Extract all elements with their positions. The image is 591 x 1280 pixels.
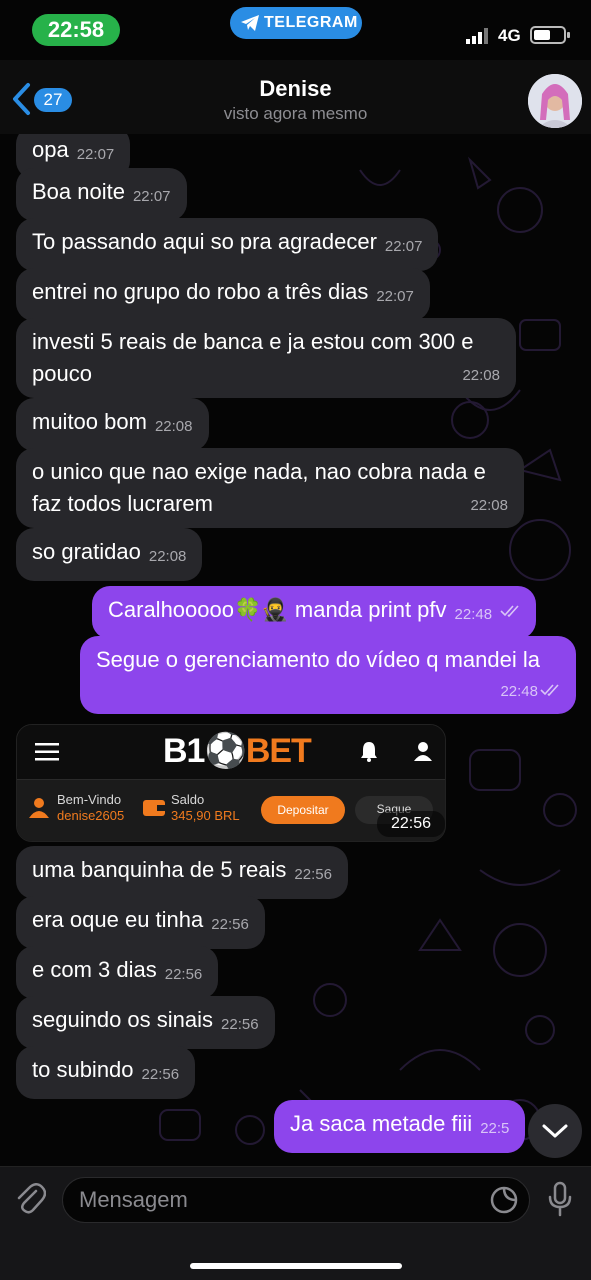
- network-type: 4G: [498, 26, 521, 45]
- message-bubble-incoming[interactable]: to subindo 22:56: [16, 1046, 196, 1099]
- message-text: e com 3 dias: [32, 957, 157, 982]
- message-time: 22:48: [454, 606, 493, 623]
- balance-label: Saldo: [171, 792, 205, 807]
- message-text: o unico que nao exige nada, nao cobra na…: [32, 459, 486, 516]
- message-text: investi 5 reais de banca e ja estou com …: [32, 329, 474, 386]
- message-time: 22:08: [148, 548, 187, 565]
- message-input[interactable]: [62, 1177, 530, 1223]
- message-bubble-incoming[interactable]: Boa noite 22:07: [16, 168, 187, 221]
- message-time: 22:08: [154, 418, 193, 435]
- message-bubble-incoming[interactable]: seguindo os sinais 22:56: [16, 996, 275, 1049]
- message-time: 22:07: [132, 188, 171, 205]
- home-indicator: [190, 1263, 402, 1269]
- message-text: Boa noite: [32, 179, 125, 204]
- menu-icon: [35, 743, 59, 761]
- message-text: muitoo bom: [32, 409, 147, 434]
- welcome-label: Bem-Vindo: [57, 792, 122, 807]
- user-icon: [414, 742, 432, 761]
- message-bubble-outgoing[interactable]: Caralhooooo🍀🥷 manda print pfv 22:48: [92, 586, 537, 639]
- message-bubble-incoming[interactable]: investi 5 reais de banca e ja estou com …: [16, 318, 516, 398]
- message-text: Caralhooooo🍀🥷 manda print pfv: [108, 597, 447, 622]
- message-input-bar: [0, 1166, 591, 1280]
- battery-icon: [530, 26, 570, 44]
- b1bet-header: B1⚽BET: [17, 725, 445, 779]
- message-time: 22:07: [76, 146, 115, 163]
- message-text: To passando aqui so pra agradecer: [32, 229, 377, 254]
- message-list[interactable]: opa 22:07 Boa noite 22:07 To passando aqui…: [0, 134, 591, 1164]
- contact-status: visto agora mesmo: [223, 104, 368, 123]
- message-time: 22:07: [384, 238, 423, 255]
- message-time-status: 22:48: [500, 676, 560, 708]
- message-time: 22:07: [376, 288, 414, 305]
- image-message[interactable]: B1⚽BET Bem-Vindo denise2605 Saldo 345,90…: [16, 724, 446, 842]
- chat-header: 27 Denise visto agora mesmo: [0, 60, 591, 134]
- message-text: opa: [32, 137, 69, 162]
- signal-icon: [466, 28, 488, 44]
- status-bar: 22:58 TELEGRAM 4G: [0, 0, 591, 60]
- microphone-icon[interactable]: [548, 1181, 572, 1217]
- scroll-to-bottom-button[interactable]: [528, 1104, 582, 1158]
- telegram-plane-icon: [241, 15, 259, 31]
- balance-value: 345,90 BRL: [171, 808, 240, 823]
- paperclip-icon[interactable]: [14, 1181, 46, 1217]
- deposit-button: Depositar: [261, 796, 345, 824]
- message-text: so gratidao: [32, 539, 141, 564]
- message-time: 22:56: [221, 1016, 259, 1033]
- message-time: 22:48: [500, 683, 538, 700]
- user-icon: [29, 798, 49, 818]
- image-time: 22:56: [377, 811, 445, 837]
- message-time: 22:56: [211, 916, 249, 933]
- message-bubble-incoming[interactable]: era oque eu tinha 22:56: [16, 896, 265, 949]
- message-text: uma banquinha de 5 reais: [32, 857, 287, 882]
- message-bubble-incoming[interactable]: muitoo bom 22:08: [16, 398, 209, 451]
- message-bubble-incoming[interactable]: e com 3 dias 22:56: [16, 946, 219, 999]
- wallet-icon: [143, 800, 165, 816]
- message-text: Ja saca metade fiii: [290, 1111, 473, 1136]
- message-time: 22:56: [164, 966, 203, 983]
- message-time: 22:08: [462, 367, 500, 384]
- status-time: 22:58: [32, 14, 120, 46]
- chevron-down-icon: [542, 1124, 568, 1138]
- message-time: 22:56: [294, 866, 332, 883]
- b1bet-logo: B1⚽BET: [163, 732, 312, 770]
- read-ticks-icon: [500, 605, 519, 617]
- message-bubble-outgoing[interactable]: Segue o gerenciamento do vídeo q mandei …: [80, 636, 576, 714]
- telegram-label: TELEGRAM: [264, 14, 358, 31]
- bell-icon: [361, 742, 377, 762]
- message-text: Segue o gerenciamento do vídeo q mandei …: [96, 647, 540, 672]
- message-time: 22:56: [141, 1066, 180, 1083]
- message-bubble-incoming[interactable]: so gratidao 22:08: [16, 528, 203, 581]
- message-time: 22:08: [470, 497, 508, 514]
- message-text: seguindo os sinais: [32, 1007, 214, 1032]
- message-text: entrei no grupo do robo a três dias: [32, 279, 369, 304]
- message-bubble-incoming[interactable]: entrei no grupo do robo a três dias 22:07: [16, 268, 430, 321]
- message-bubble-incoming[interactable]: o unico que nao exige nada, nao cobra na…: [16, 448, 524, 528]
- message-text: era oque eu tinha: [32, 907, 204, 932]
- telegram-pill[interactable]: TELEGRAM: [230, 7, 362, 39]
- message-bubble-outgoing[interactable]: Ja saca metade fiii 22:5: [274, 1100, 526, 1153]
- message-time: 22:5: [480, 1120, 510, 1137]
- contact-name[interactable]: Denise: [0, 76, 591, 102]
- message-text: to subindo: [32, 1057, 134, 1082]
- message-bubble-incoming[interactable]: To passando aqui so pra agradecer 22:07: [16, 218, 439, 271]
- avatar[interactable]: [528, 74, 582, 128]
- sticker-icon[interactable]: [490, 1186, 518, 1214]
- message-bubble-incoming[interactable]: uma banquinha de 5 reais 22:56: [16, 846, 348, 899]
- username: denise2605: [57, 808, 125, 823]
- read-ticks-icon: [540, 684, 559, 696]
